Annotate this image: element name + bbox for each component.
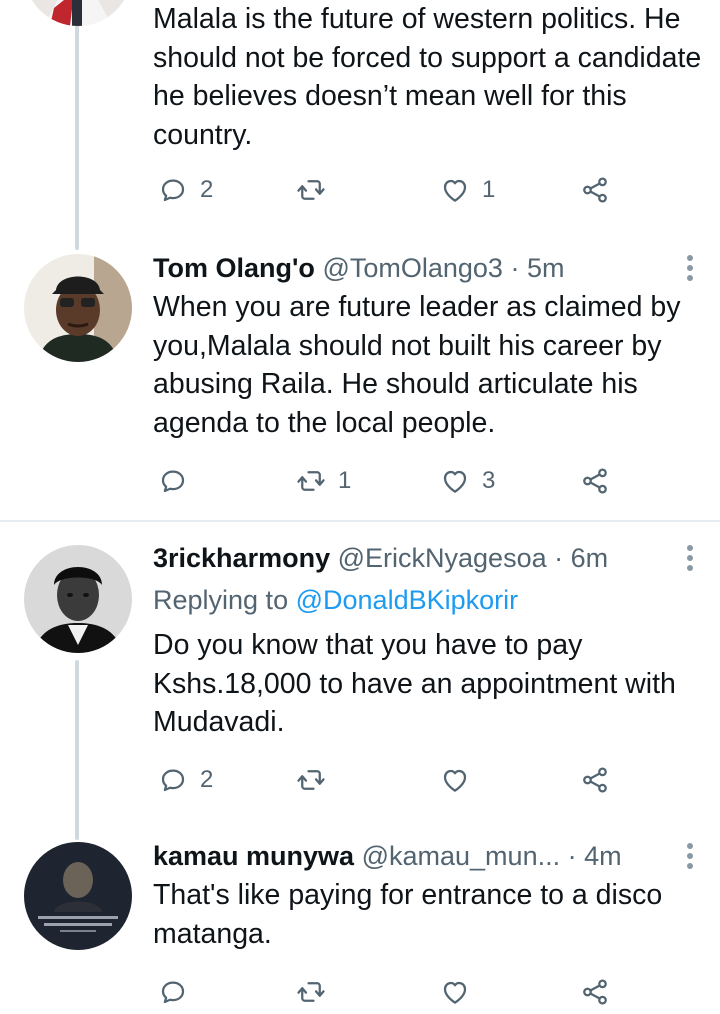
avatar-image (24, 254, 132, 362)
thread-line (75, 0, 79, 250)
retweet-icon (296, 765, 326, 795)
like-count: 3 (482, 467, 496, 494)
tweet-text: When you are future leader as claimed by… (153, 291, 681, 439)
avatar[interactable] (24, 0, 132, 26)
retweet-icon (296, 175, 326, 205)
display-name[interactable]: Tom Olang'o (153, 253, 315, 283)
tweet-header: Tom Olang'o @TomOlango3 · 5m (153, 251, 564, 285)
user-handle[interactable]: @kamau_mun... (362, 841, 561, 871)
replying-to-label: Replying to (153, 585, 289, 615)
more-icon[interactable] (684, 543, 694, 573)
avatar[interactable] (24, 254, 132, 362)
share-icon (580, 977, 610, 1007)
replying-to-handle[interactable]: @DonaldBKipkorir (296, 585, 519, 615)
reply-icon (158, 765, 188, 795)
reply-count: 2 (200, 766, 214, 793)
retweet-icon (296, 466, 326, 496)
reply-button[interactable]: 2 (158, 173, 213, 207)
tweet-time: · 6m (554, 543, 609, 573)
tweet-text: That's like paying for entrance to a dis… (153, 879, 663, 950)
avatar-image (24, 0, 132, 26)
reply-button[interactable]: 2 (158, 763, 213, 797)
like-icon (440, 175, 470, 205)
tweet-time: · 5m (510, 253, 565, 283)
reply-icon (158, 175, 188, 205)
like-button[interactable] (440, 975, 482, 1009)
reply-button[interactable] (158, 464, 200, 498)
share-button[interactable] (580, 975, 610, 1009)
like-button[interactable]: 1 (440, 173, 495, 207)
avatar[interactable] (24, 545, 132, 653)
retweet-icon (296, 977, 326, 1007)
replying-to: Replying to @DonaldBKipkorir (153, 582, 518, 618)
like-icon (440, 765, 470, 795)
share-icon (580, 175, 610, 205)
display-name[interactable]: kamau munywa (153, 841, 354, 871)
retweet-button[interactable] (296, 975, 338, 1009)
share-button[interactable] (580, 464, 610, 498)
retweet-button[interactable] (296, 173, 338, 207)
share-icon (580, 466, 610, 496)
tweet-time: · 4m (567, 841, 622, 871)
avatar-image (24, 545, 132, 653)
tweet-header: 3rickharmony @ErickNyagesoa · 6m (153, 541, 608, 575)
like-button[interactable] (440, 763, 482, 797)
tweet-text: Malala is the future of western politics… (153, 3, 702, 151)
thread-line (75, 660, 79, 840)
more-icon[interactable] (684, 841, 694, 871)
tweet-text: Do you know that you have to pay Kshs.18… (153, 629, 676, 738)
reply-button[interactable] (158, 975, 200, 1009)
tweet-header: kamau munywa @kamau_mun... · 4m (153, 839, 622, 873)
like-count: 1 (482, 176, 496, 203)
like-button[interactable]: 3 (440, 464, 495, 498)
user-handle[interactable]: @ErickNyagesoa (338, 543, 547, 573)
retweet-count: 1 (338, 467, 352, 494)
reply-icon (158, 466, 188, 496)
avatar-image (24, 842, 132, 950)
like-icon (440, 977, 470, 1007)
more-icon[interactable] (684, 253, 694, 283)
reply-count: 2 (200, 176, 214, 203)
avatar[interactable] (24, 842, 132, 950)
reply-icon (158, 977, 188, 1007)
tweet-divider (0, 520, 720, 522)
like-icon (440, 466, 470, 496)
share-button[interactable] (580, 173, 610, 207)
share-icon (580, 765, 610, 795)
user-handle[interactable]: @TomOlango3 (322, 253, 503, 283)
display-name[interactable]: 3rickharmony (153, 543, 330, 573)
retweet-button[interactable]: 1 (296, 464, 351, 498)
share-button[interactable] (580, 763, 610, 797)
retweet-button[interactable] (296, 763, 338, 797)
